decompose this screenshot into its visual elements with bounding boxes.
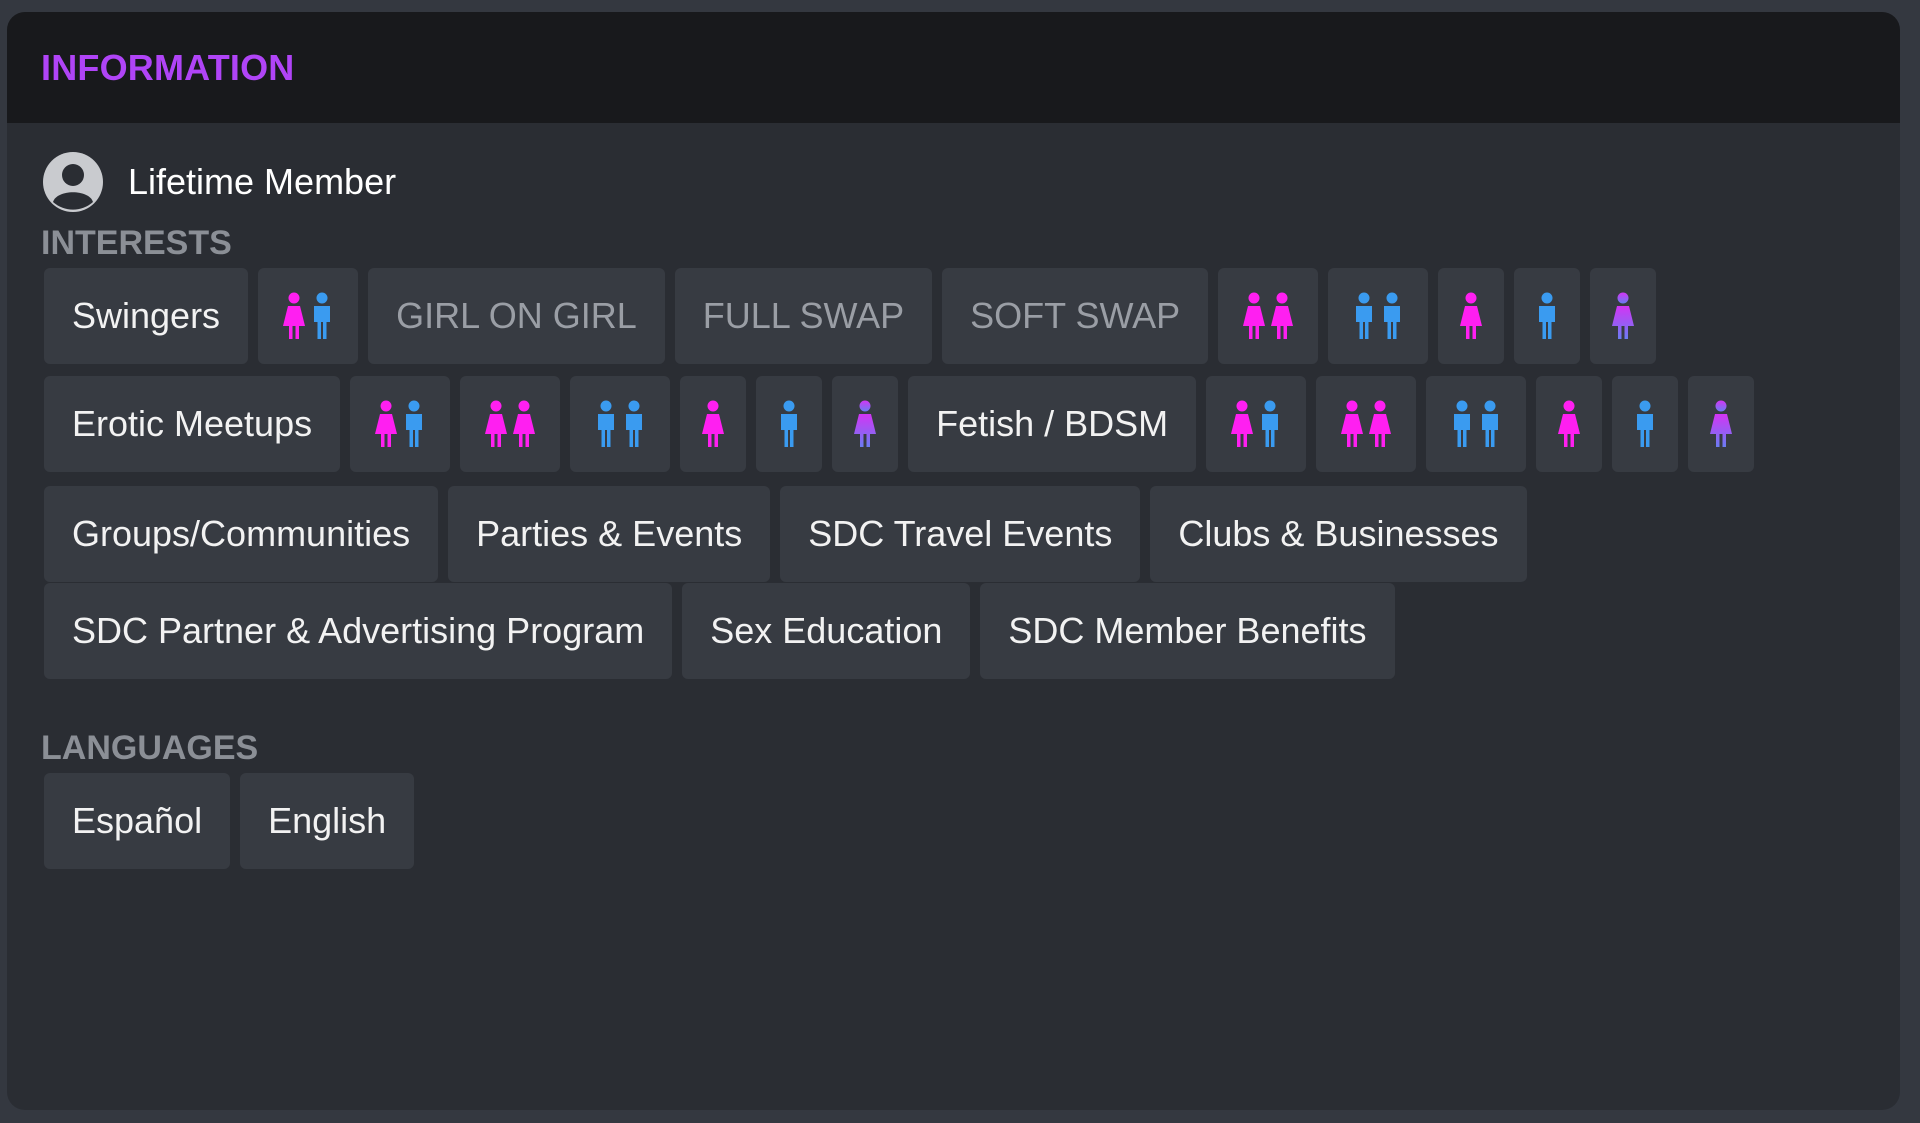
couple-mf-icon	[375, 400, 423, 447]
interest-tag[interactable]: Erotic Meetups	[44, 376, 341, 472]
languages-heading: LANGUAGES	[41, 729, 259, 767]
interest-tag-label: Groups/Communities	[72, 513, 411, 554]
male-icon	[1539, 292, 1556, 339]
couple-ff-icon	[485, 400, 536, 447]
interest-tag-label: SDC Member Benefits	[1008, 610, 1367, 651]
languages-row: Español English	[44, 773, 415, 869]
interest-tag[interactable]: Fetish / BDSM	[908, 376, 1197, 472]
interest-tag-label: Fetish / BDSM	[936, 403, 1169, 444]
trans-icon	[1612, 292, 1635, 339]
interest-tag[interactable]: SDC Partner & Advertising Program	[44, 583, 673, 679]
interest-tag[interactable]: FULL SWAP	[674, 268, 933, 364]
couple-mm-icon	[1454, 400, 1499, 447]
male-icon	[781, 400, 798, 447]
interest-icon-tag[interactable]	[832, 376, 899, 472]
interest-tag-label: Clubs & Businesses	[1178, 513, 1499, 554]
interest-tag-label: Swingers	[72, 295, 221, 336]
interest-tag[interactable]: Swingers	[44, 268, 249, 364]
couple-mf-icon	[283, 292, 331, 339]
couple-ff-icon	[1243, 292, 1294, 339]
interest-icon-tag[interactable]	[1426, 376, 1527, 472]
interest-icon-tag[interactable]	[1218, 268, 1319, 364]
user-circle-icon	[43, 152, 103, 212]
couple-mf-icon	[1231, 400, 1279, 447]
interest-tag-label: SDC Partner & Advertising Program	[72, 610, 645, 651]
panel-title: INFORMATION	[41, 46, 295, 88]
language-tag[interactable]: Español	[44, 773, 231, 869]
interest-icon-tag[interactable]	[460, 376, 561, 472]
male-icon	[1637, 400, 1654, 447]
couple-ff-icon	[1341, 400, 1392, 447]
trans-icon	[1710, 400, 1733, 447]
interests-row-3: Groups/Communities Parties & Events SDC Tr…	[44, 486, 1527, 582]
interest-tag[interactable]: SDC Member Benefits	[980, 583, 1395, 679]
interest-tag-label: Erotic Meetups	[72, 403, 313, 444]
interest-icon-tag[interactable]	[1590, 268, 1657, 364]
interest-icon-tag[interactable]	[680, 376, 747, 472]
interest-icon-tag[interactable]	[1328, 268, 1429, 364]
panel-header: INFORMATION	[7, 12, 1900, 123]
interests-heading: INTERESTS	[41, 224, 232, 262]
interest-icon-tag[interactable]	[1438, 268, 1505, 364]
interest-icon-tag[interactable]	[756, 376, 823, 472]
interests-row-2: Erotic Meetups Fetish / BDSM	[44, 376, 1755, 472]
language-tag[interactable]: English	[240, 773, 415, 869]
interest-icon-tag[interactable]	[1612, 376, 1679, 472]
language-tag-label: Español	[72, 800, 203, 841]
interest-tag-label: Sex Education	[710, 610, 943, 651]
interest-tag-label: FULL SWAP	[702, 295, 905, 336]
interest-icon-tag[interactable]	[258, 268, 359, 364]
membership-label: Lifetime Member	[128, 161, 397, 202]
female-icon	[1558, 400, 1581, 447]
interest-tag-label: Parties & Events	[476, 513, 743, 554]
language-tag-label: English	[268, 800, 387, 841]
interest-icon-tag[interactable]	[1514, 268, 1581, 364]
information-panel: INFORMATION Lifetime Member INTERESTS Sw…	[7, 12, 1900, 1110]
couple-mm-icon	[1356, 292, 1401, 339]
interest-icon-tag[interactable]	[1316, 376, 1417, 472]
interest-icon-tag[interactable]	[1206, 376, 1307, 472]
interest-tag[interactable]: Groups/Communities	[44, 486, 439, 582]
interest-tag[interactable]: Clubs & Businesses	[1150, 486, 1527, 582]
interest-tag[interactable]: GIRL ON GIRL	[368, 268, 665, 364]
interest-tag-label: GIRL ON GIRL	[396, 295, 637, 336]
interest-tag-label: SDC Travel Events	[808, 513, 1113, 554]
interest-tag[interactable]: Sex Education	[682, 583, 971, 679]
interest-tag[interactable]: Parties & Events	[448, 486, 771, 582]
interest-icon-tag[interactable]	[1688, 376, 1755, 472]
couple-mm-icon	[598, 400, 643, 447]
female-icon	[1460, 292, 1483, 339]
interests-row-4: SDC Partner & Advertising Program Sex Edu…	[44, 583, 1395, 679]
interest-tag[interactable]: SDC Travel Events	[780, 486, 1141, 582]
membership-status: Lifetime Member	[43, 152, 396, 212]
interest-icon-tag[interactable]	[1536, 376, 1603, 472]
interest-icon-tag[interactable]	[570, 376, 671, 472]
trans-icon	[854, 400, 877, 447]
interest-tag-label: SOFT SWAP	[970, 295, 1181, 336]
interest-icon-tag[interactable]	[350, 376, 451, 472]
interests-row-1: Swingers GIRL ON GIRL FULL SWAP SOFT SWAP	[44, 268, 1657, 364]
interest-tag[interactable]: SOFT SWAP	[942, 268, 1209, 364]
female-icon	[702, 400, 725, 447]
